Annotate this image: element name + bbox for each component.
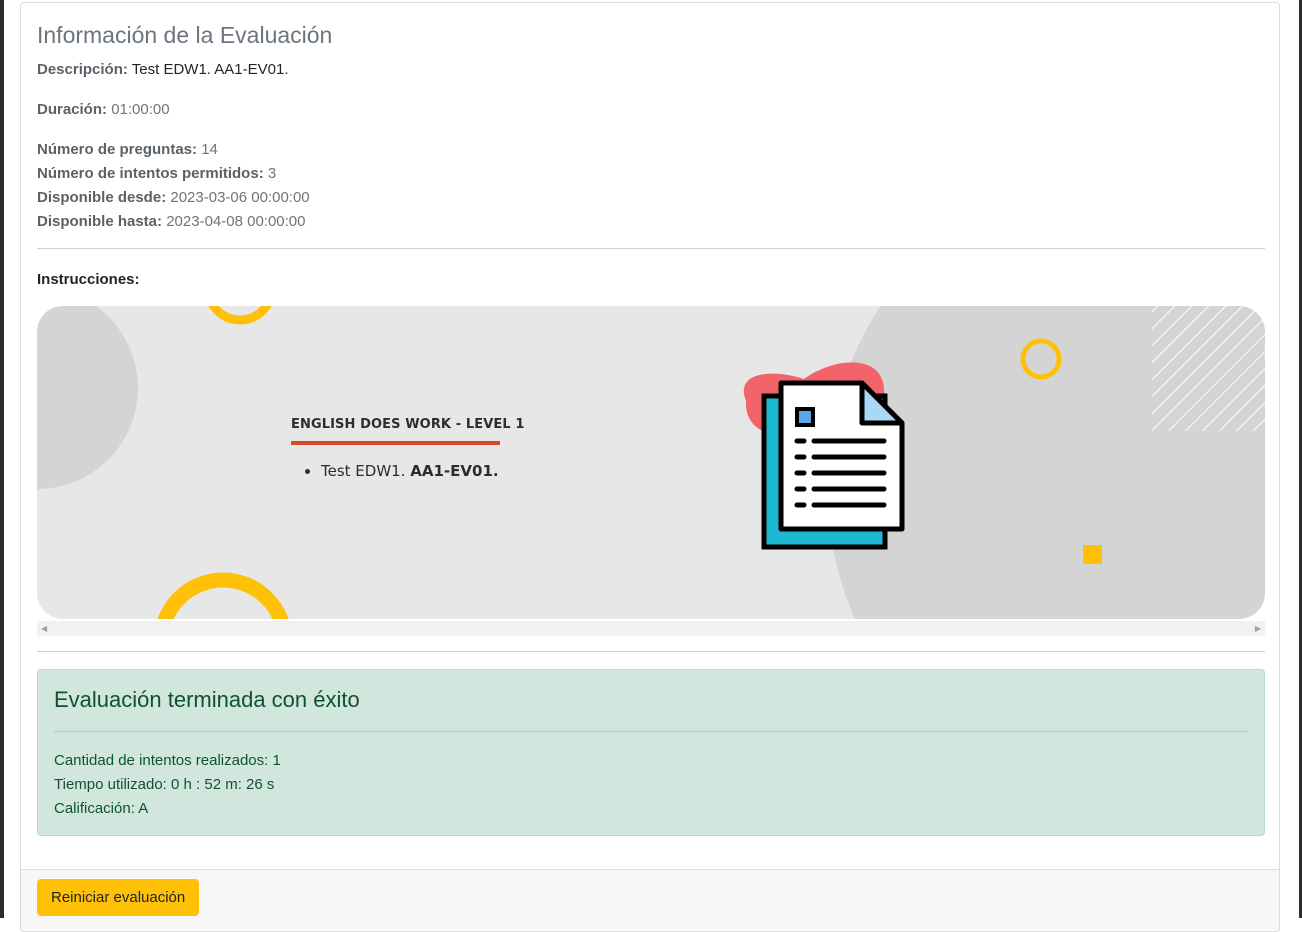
attempts-value: 3	[267, 165, 277, 182]
alert-divider	[54, 731, 1248, 732]
description-value: Test EDW1. AA1-EV01.	[131, 61, 289, 78]
banner-heading-underline	[291, 441, 500, 445]
evaluation-card: Información de la Evaluación Descripción…	[20, 2, 1280, 932]
instructions-banner: ENGLISH DOES WORK - LEVEL 1 Test EDW1. A…	[37, 306, 1265, 619]
available-from-value: 2023-03-06 00:00:00	[170, 189, 310, 206]
divider	[37, 651, 1265, 652]
attempts-row: Número de intentos permitidos: 3	[37, 165, 276, 182]
banner-horizontal-scrollbar[interactable]: ◀ ▶	[37, 621, 1265, 636]
available-until-label: Disponible hasta:	[37, 213, 163, 230]
description-row: Descripción: Test EDW1. AA1-EV01.	[37, 61, 289, 78]
available-from-label: Disponible desde:	[37, 189, 167, 206]
questions-value: 14	[201, 141, 218, 158]
questions-row: Número de preguntas: 14	[37, 141, 218, 158]
questions-label: Número de preguntas:	[37, 141, 198, 158]
banner-item-text: Test EDW1.	[321, 462, 406, 480]
available-from-row: Disponible desde: 2023-03-06 00:00:00	[37, 189, 310, 206]
restart-evaluation-button[interactable]: Reiniciar evaluación	[37, 879, 200, 916]
banner-list-item: Test EDW1. AA1-EV01.	[321, 462, 499, 480]
attempts-label: Número de intentos permitidos:	[37, 165, 264, 182]
attempts-done-text: Cantidad de intentos realizados: 1	[54, 752, 281, 769]
instructions-banner-container: ENGLISH DOES WORK - LEVEL 1 Test EDW1. A…	[37, 306, 1265, 636]
duration-value: 01:00:00	[111, 101, 170, 118]
time-used-text: Tiempo utilizado: 0 h : 52 m: 26 s	[54, 776, 275, 793]
banner-decoration	[37, 306, 1265, 619]
card-footer: Reiniciar evaluación	[21, 869, 1279, 930]
scroll-right-icon[interactable]: ▶	[1255, 624, 1261, 633]
banner-heading: ENGLISH DOES WORK - LEVEL 1	[291, 417, 525, 432]
success-alert: Evaluación terminada con éxito Cantidad …	[37, 669, 1265, 836]
alert-title: Evaluación terminada con éxito	[54, 687, 360, 712]
duration-row: Duración: 01:00:00	[37, 101, 170, 118]
banner-list: Test EDW1. AA1-EV01.	[301, 462, 499, 480]
divider	[37, 248, 1265, 249]
duration-label: Duración:	[37, 101, 108, 118]
grade-text: Calificación: A	[54, 800, 149, 817]
document-icon	[743, 362, 905, 550]
page-title: Información de la Evaluación	[37, 22, 333, 48]
available-until-value: 2023-04-08 00:00:00	[166, 213, 306, 230]
scroll-left-icon[interactable]: ◀	[41, 624, 47, 633]
window-frame-left	[0, 0, 4, 918]
available-until-row: Disponible hasta: 2023-04-08 00:00:00	[37, 213, 306, 230]
instructions-label: Instrucciones:	[37, 271, 140, 288]
banner-item-bold: AA1-EV01.	[410, 462, 499, 480]
description-label: Descripción:	[37, 61, 128, 78]
